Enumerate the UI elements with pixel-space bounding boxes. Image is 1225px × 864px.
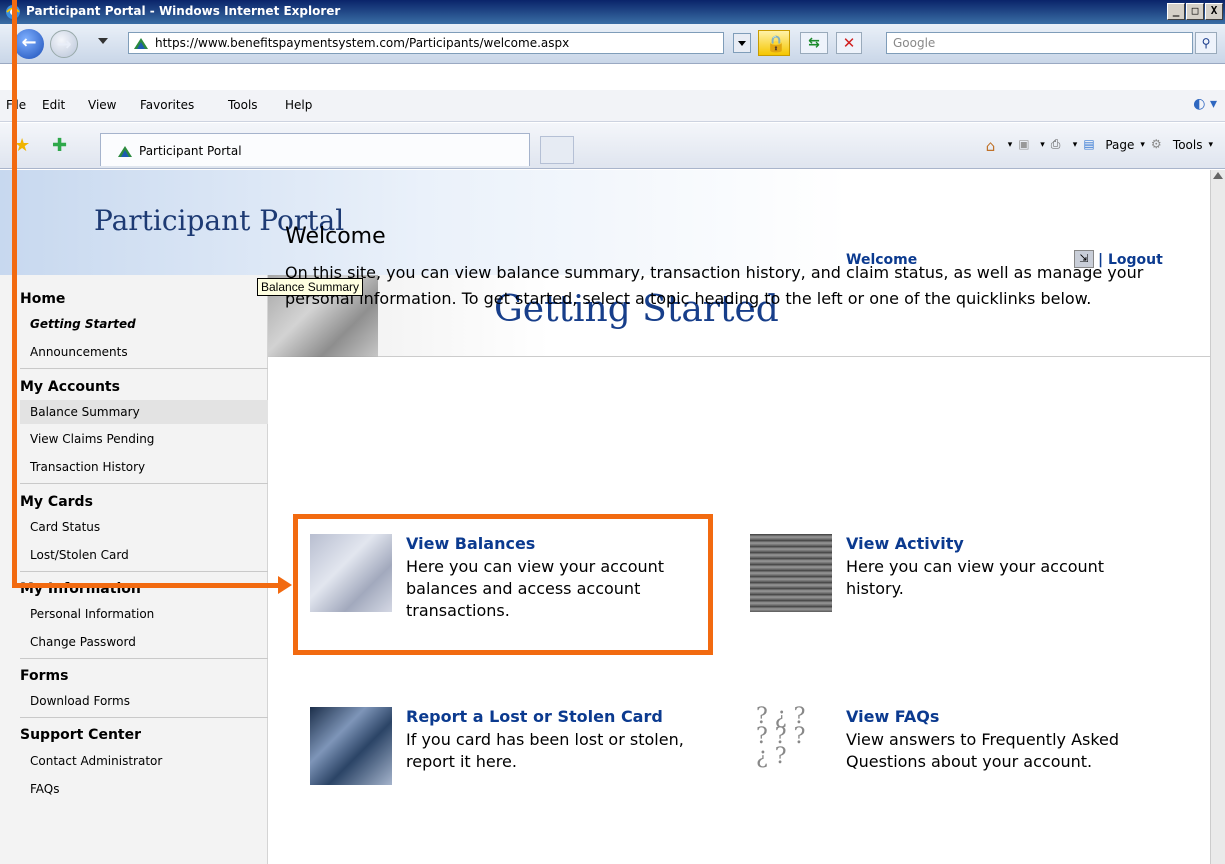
address-dropdown-button[interactable] (733, 33, 751, 53)
menu-help[interactable]: Help (285, 98, 312, 112)
nav-heading-support-center[interactable]: Support Center (20, 727, 141, 743)
nav-item-download-forms[interactable]: Download Forms (30, 694, 130, 708)
refresh-icon: ⇆ (808, 35, 820, 51)
nav-item-faqs[interactable]: FAQs (30, 782, 60, 796)
nav-heading-forms[interactable]: Forms (20, 668, 68, 684)
nav-item-getting-started[interactable]: Getting Started (30, 317, 136, 331)
site-favicon-icon (118, 146, 132, 157)
page-menu[interactable]: Page (1105, 138, 1134, 152)
home-icon[interactable]: ⌂ (986, 137, 1002, 155)
tooltip: Balance Summary (257, 278, 364, 296)
intro-text: On this site, you can view balance summa… (285, 263, 1144, 308)
minimize-button[interactable]: _ (1167, 3, 1185, 20)
quicklink-description: Here you can view your account history. (846, 557, 1105, 598)
quicklink-description: View answers to Frequently Asked Questio… (846, 730, 1120, 771)
nav-item-card-status[interactable]: Card Status (30, 520, 100, 534)
nav-heading-my-accounts[interactable]: My Accounts (20, 379, 120, 395)
nav-item-announcements[interactable]: Announcements (30, 345, 128, 359)
quicklink-description: If you card has been lost or stolen, rep… (406, 730, 684, 771)
tools-gear-icon: ⚙ (1150, 137, 1162, 151)
chevron-down-icon[interactable]: ▾ (1040, 140, 1045, 150)
nav-item-transaction-history[interactable]: Transaction History (30, 460, 145, 474)
stop-button[interactable]: ✕ (836, 32, 862, 54)
quicklink-title[interactable]: View FAQs (846, 707, 939, 726)
chevron-down-icon[interactable]: ▾ (1140, 140, 1145, 150)
page-icon: ▤ (1083, 137, 1095, 151)
address-url[interactable]: https://www.benefitspaymentsystem.com/Pa… (155, 36, 569, 50)
nav-item-personal-information[interactable]: Personal Information (30, 607, 154, 621)
tools-menu[interactable]: Tools (1173, 138, 1203, 152)
nav-divider (20, 483, 268, 484)
annotation-arrow-icon (278, 576, 292, 594)
chevron-down-icon (738, 41, 746, 46)
chevron-down-icon[interactable]: ▾ (1073, 140, 1078, 150)
nav-item-balance-summary[interactable]: Balance Summary (30, 405, 140, 419)
quicklink-view-activity[interactable]: View Activity Here you can view your acc… (750, 534, 1170, 624)
nav-heading-my-cards[interactable]: My Cards (20, 494, 93, 510)
close-button[interactable]: X (1205, 3, 1223, 20)
scroll-up-icon[interactable] (1213, 172, 1223, 179)
tab-participant-portal[interactable]: Participant Portal (100, 133, 530, 166)
activity-thumbnail (750, 534, 832, 612)
window-title: Participant Portal - Windows Internet Ex… (26, 4, 341, 18)
address-bar[interactable]: https://www.benefitspaymentsystem.com/Pa… (128, 32, 724, 54)
nav-divider (20, 571, 268, 572)
chevron-down-icon[interactable]: ▾ (1208, 140, 1213, 150)
address-toolbar: ← → https://www.benefitspaymentsystem.co… (0, 24, 1225, 64)
quicklink-report-lost-card[interactable]: Report a Lost or Stolen Card If you card… (310, 707, 730, 797)
menu-view[interactable]: View (88, 98, 116, 112)
vertical-scrollbar[interactable] (1210, 170, 1225, 864)
nav-heading-home[interactable]: Home (20, 291, 65, 307)
quicklink-title[interactable]: Report a Lost or Stolen Card (406, 707, 663, 726)
nav-divider (20, 658, 268, 659)
toolbar-options-icon[interactable]: ◐ ▾ (1193, 96, 1217, 112)
security-lock-button[interactable]: 🔒 (758, 30, 790, 56)
forward-arrow-icon: → (56, 34, 72, 55)
question-marks-thumbnail: ? ¿ ?? ? ? ¿ ? (750, 706, 832, 785)
search-placeholder: Google (893, 36, 936, 50)
nav-item-change-password[interactable]: Change Password (30, 635, 136, 649)
left-navigation: Home Getting Started Announcements My Ac… (0, 275, 268, 864)
new-tab-button[interactable] (540, 136, 574, 164)
annotation-highlight-box (293, 514, 713, 655)
nav-item-view-claims-pending[interactable]: View Claims Pending (30, 432, 154, 446)
search-button[interactable]: ⚲ (1195, 32, 1217, 54)
chevron-down-icon[interactable]: ▾ (1008, 140, 1013, 150)
annotation-line-horizontal (12, 583, 280, 588)
nav-divider (20, 368, 268, 369)
nav-divider (20, 717, 268, 718)
forward-button[interactable]: → (50, 30, 78, 58)
history-dropdown-icon[interactable] (98, 38, 108, 44)
maximize-button[interactable]: □ (1186, 3, 1204, 20)
annotation-line-vertical (12, 0, 17, 588)
refresh-button[interactable]: ⇆ (800, 32, 828, 54)
add-favorite-icon[interactable]: ✚ (52, 135, 67, 156)
menu-tools[interactable]: Tools (228, 98, 258, 112)
nav-item-contact-administrator[interactable]: Contact Administrator (30, 754, 162, 768)
stop-icon: ✕ (842, 34, 856, 52)
lock-icon: 🔒 (766, 34, 786, 53)
feeds-icon[interactable]: ▣ (1018, 137, 1034, 153)
lost-card-thumbnail (310, 707, 392, 785)
window-titlebar: Participant Portal - Windows Internet Ex… (0, 0, 1225, 24)
site-favicon-icon (134, 38, 148, 49)
tab-label: Participant Portal (139, 144, 242, 158)
print-icon[interactable]: ⎙ (1051, 137, 1067, 153)
back-button[interactable]: ← (14, 29, 44, 59)
nav-item-lost-stolen-card[interactable]: Lost/Stolen Card (30, 548, 129, 562)
menu-bar: File Edit View Favorites Tools Help ◐ ▾ (0, 90, 1225, 122)
menu-favorites[interactable]: Favorites (140, 98, 194, 112)
tab-bar: ★ ✚ Participant Portal ⌂ ▾ ▣ ▾ ⎙ ▾ ▤ Page ▾ … (0, 123, 1225, 169)
menu-edit[interactable]: Edit (42, 98, 65, 112)
search-input[interactable]: Google (886, 32, 1193, 54)
command-bar: ⌂ ▾ ▣ ▾ ⎙ ▾ ▤ Page ▾ ⚙ Tools ▾ (986, 137, 1213, 155)
quicklink-view-faqs[interactable]: ? ¿ ?? ? ? ¿ ? View FAQs View answers to … (750, 706, 1170, 807)
quicklink-title[interactable]: View Activity (846, 534, 964, 553)
back-arrow-icon: ← (21, 32, 37, 53)
welcome-heading: Welcome (285, 224, 386, 249)
search-icon: ⚲ (1201, 36, 1211, 50)
